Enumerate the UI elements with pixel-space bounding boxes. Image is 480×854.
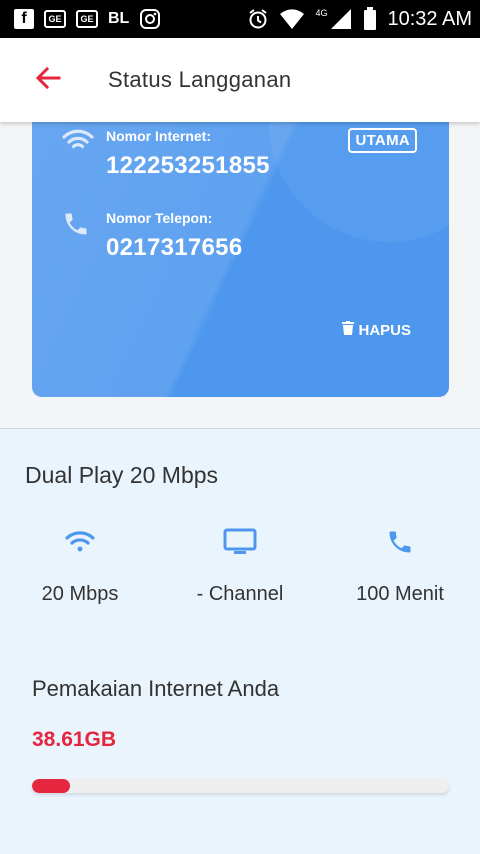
feature-label: 20 Mbps <box>41 583 119 605</box>
phone-icon <box>386 525 414 559</box>
phone-number: 0217317656 <box>106 234 243 261</box>
internet-number-row: Nomor Internet: 122253251855 <box>62 128 270 180</box>
alarm-icon <box>247 8 269 30</box>
phone-number-label: Nomor Telepon: <box>106 210 213 226</box>
plan-features: 20 Mbps - Channel 100 Menit <box>0 525 480 606</box>
primary-badge: UTAMA <box>348 128 417 153</box>
plan-name: Dual Play 20 Mbps <box>25 462 219 488</box>
network-type: 4G <box>315 8 328 18</box>
phone-icon <box>62 210 96 262</box>
card-area: Nomor Internet: 122253251855 UTAMA Nomor… <box>0 122 480 428</box>
tv-icon <box>223 525 257 559</box>
back-button[interactable] <box>26 58 70 102</box>
bl-notification: BL <box>108 10 130 27</box>
wifi-signal-icon <box>279 8 305 30</box>
clock: 10:32 AM <box>387 7 472 30</box>
app-bar: Status Langganan <box>0 38 480 122</box>
usage-title: Pemakaian Internet Anda <box>32 676 280 701</box>
page-title: Status Langganan <box>108 67 292 92</box>
delete-label: HAPUS <box>358 321 411 339</box>
feature-tv: - Channel <box>160 525 320 606</box>
wifi-icon <box>62 128 96 180</box>
phone-number-row: Nomor Telepon: 0217317656 <box>62 210 242 262</box>
arrow-left-icon <box>35 66 61 95</box>
cell-signal-icon <box>329 8 353 30</box>
usage-progress-bar <box>32 779 449 793</box>
internet-number-label: Nomor Internet: <box>106 128 211 144</box>
subscription-card[interactable]: Nomor Internet: 122253251855 UTAMA Nomor… <box>32 122 449 397</box>
wifi-icon <box>64 525 96 559</box>
trash-icon <box>342 321 355 339</box>
instagram-icon <box>139 8 161 30</box>
internet-number: 122253251855 <box>106 152 270 179</box>
feature-internet: 20 Mbps <box>0 525 160 606</box>
usage-progress-fill <box>32 779 70 793</box>
usage-value: 38.61GB <box>32 728 117 751</box>
status-bar: f GE GE BL 4G 10:32 AM <box>0 0 480 38</box>
delete-button[interactable]: HAPUS <box>342 321 411 339</box>
ge-icon: GE <box>44 10 66 28</box>
ge-icon: GE <box>76 10 98 28</box>
feature-label: 100 Menit <box>356 583 444 605</box>
divider <box>0 428 480 429</box>
feature-phone: 100 Menit <box>320 525 480 606</box>
battery-icon <box>363 7 377 31</box>
facebook-icon: f <box>14 9 34 29</box>
feature-label: - Channel <box>196 583 284 605</box>
